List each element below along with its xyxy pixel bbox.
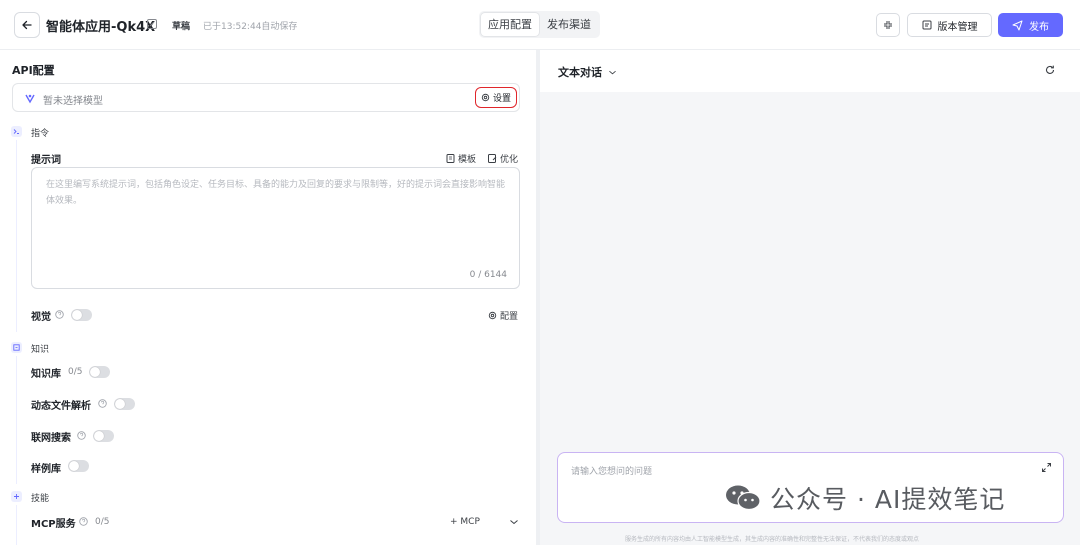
mcp-count: 0/5: [95, 517, 110, 527]
template-button[interactable]: 模板: [446, 152, 476, 165]
mcp-service-label: MCP服务: [31, 519, 76, 530]
chat-mode-label: 文本对话: [558, 66, 602, 79]
file-parse-toggle[interactable]: [114, 398, 135, 410]
prompt-char-count: 0 / 6144: [469, 270, 507, 280]
watermark: 公众号 · AI提效笔记: [724, 478, 1005, 518]
gear-icon: [481, 93, 490, 102]
prompt-placeholder: 在这里编写系统提示词，包括角色设定、任务目标、具备的能力及回复的要求与限制等，好…: [46, 180, 506, 206]
optimize-label: 优化: [500, 155, 519, 165]
send-icon: [1012, 20, 1023, 30]
settings-label: 设置: [492, 94, 511, 104]
chat-input-placeholder: 请输入您想问的问题: [571, 467, 653, 477]
tab-app-config[interactable]: 应用配置: [481, 13, 539, 36]
refresh-icon[interactable]: [1044, 64, 1056, 76]
knowledge-base-label: 知识库: [31, 369, 61, 380]
template-icon: [446, 154, 455, 163]
tab-publish-channel[interactable]: 发布渠道: [540, 13, 598, 36]
chat-mode-select[interactable]: 文本对话: [558, 64, 617, 80]
arrow-left-icon: [22, 20, 32, 30]
chevron-down-icon[interactable]: [509, 518, 519, 526]
save-status: 已于13:52:44自动保存: [203, 22, 298, 32]
vision-help-icon[interactable]: [55, 310, 64, 319]
back-button[interactable]: [14, 12, 40, 38]
version-icon: [922, 20, 931, 30]
template-label: 模板: [458, 155, 477, 165]
mode-switch: 应用配置 发布渠道: [479, 11, 600, 38]
wechat-logo-icon: [726, 485, 761, 511]
mcp-help-icon[interactable]: [79, 517, 88, 526]
file-parse-label: 动态文件解析: [31, 401, 91, 412]
chevron-down-icon: [609, 70, 616, 74]
web-search-help-icon[interactable]: [77, 431, 86, 440]
vision-toggle[interactable]: [71, 309, 92, 321]
add-mcp-label: + MCP: [450, 517, 480, 527]
knowledge-base-count: 0/5: [68, 367, 83, 377]
top-bar: 智能体应用-Qk4X 草稿 已于13:52:44自动保存 应用配置 发布渠道 版…: [0, 0, 1080, 50]
publish-button[interactable]: 发布: [998, 13, 1063, 37]
version-management-button[interactable]: 版本管理: [907, 13, 992, 37]
knowledge-group-line: [16, 356, 17, 484]
instruction-group-line: [16, 140, 17, 332]
api-config-title: API配置: [12, 64, 55, 77]
knowledge-group-label: 知识: [31, 345, 50, 355]
model-icon: [25, 94, 35, 104]
edit-icon[interactable]: [146, 18, 158, 30]
preview-header: 文本对话: [540, 50, 1080, 92]
collapse-button[interactable]: [876, 13, 900, 37]
instruction-group-label: 指令: [31, 129, 50, 139]
prompt-textarea[interactable]: 在这里编写系统提示词，包括角色设定、任务目标、具备的能力及回复的要求与限制等，好…: [31, 167, 520, 289]
file-parse-help-icon[interactable]: [98, 399, 107, 408]
preview-panel: 文本对话 请输入您想问的问题 服务生成的所有内容均由人工智能模型生成，其生成内容…: [540, 50, 1080, 545]
optimize-icon: [488, 154, 497, 163]
vision-label: 视觉: [31, 312, 51, 323]
draft-badge: 草稿: [172, 22, 191, 32]
ai-disclaimer: 服务生成的所有内容均由人工智能模型生成，其生成内容的准确性和完整性无法保证，不代…: [625, 536, 920, 543]
examples-toggle[interactable]: [68, 460, 89, 472]
knowledge-group-icon: [11, 342, 22, 353]
model-settings-button[interactable]: 设置: [475, 87, 517, 108]
web-search-toggle[interactable]: [93, 430, 114, 442]
examples-label: 样例库: [31, 464, 61, 475]
publish-label: 发布: [1029, 21, 1049, 33]
prompt-label: 提示词: [31, 155, 61, 166]
collapse-icon: [884, 21, 892, 29]
model-placeholder: 暂未选择模型: [43, 96, 103, 107]
optimize-button[interactable]: 优化: [488, 152, 518, 165]
skills-group-label: 技能: [31, 494, 50, 504]
vision-config-button[interactable]: 配置: [488, 309, 518, 322]
gear-icon: [488, 311, 497, 320]
model-select[interactable]: 暂未选择模型 设置: [12, 83, 520, 112]
web-search-label: 联网搜索: [31, 433, 71, 444]
app-title: 智能体应用-Qk4X: [46, 20, 156, 35]
instruction-group-icon: [11, 126, 22, 137]
vision-config-label: 配置: [500, 312, 519, 322]
watermark-text: 公众号 · AI提效笔记: [770, 485, 1006, 514]
expand-icon[interactable]: [1041, 462, 1052, 473]
add-mcp-button[interactable]: + MCP: [450, 517, 480, 527]
skills-group-line: [16, 505, 17, 545]
version-label: 版本管理: [937, 21, 978, 33]
skills-group-icon: [11, 491, 22, 502]
knowledge-base-toggle[interactable]: [89, 366, 110, 378]
